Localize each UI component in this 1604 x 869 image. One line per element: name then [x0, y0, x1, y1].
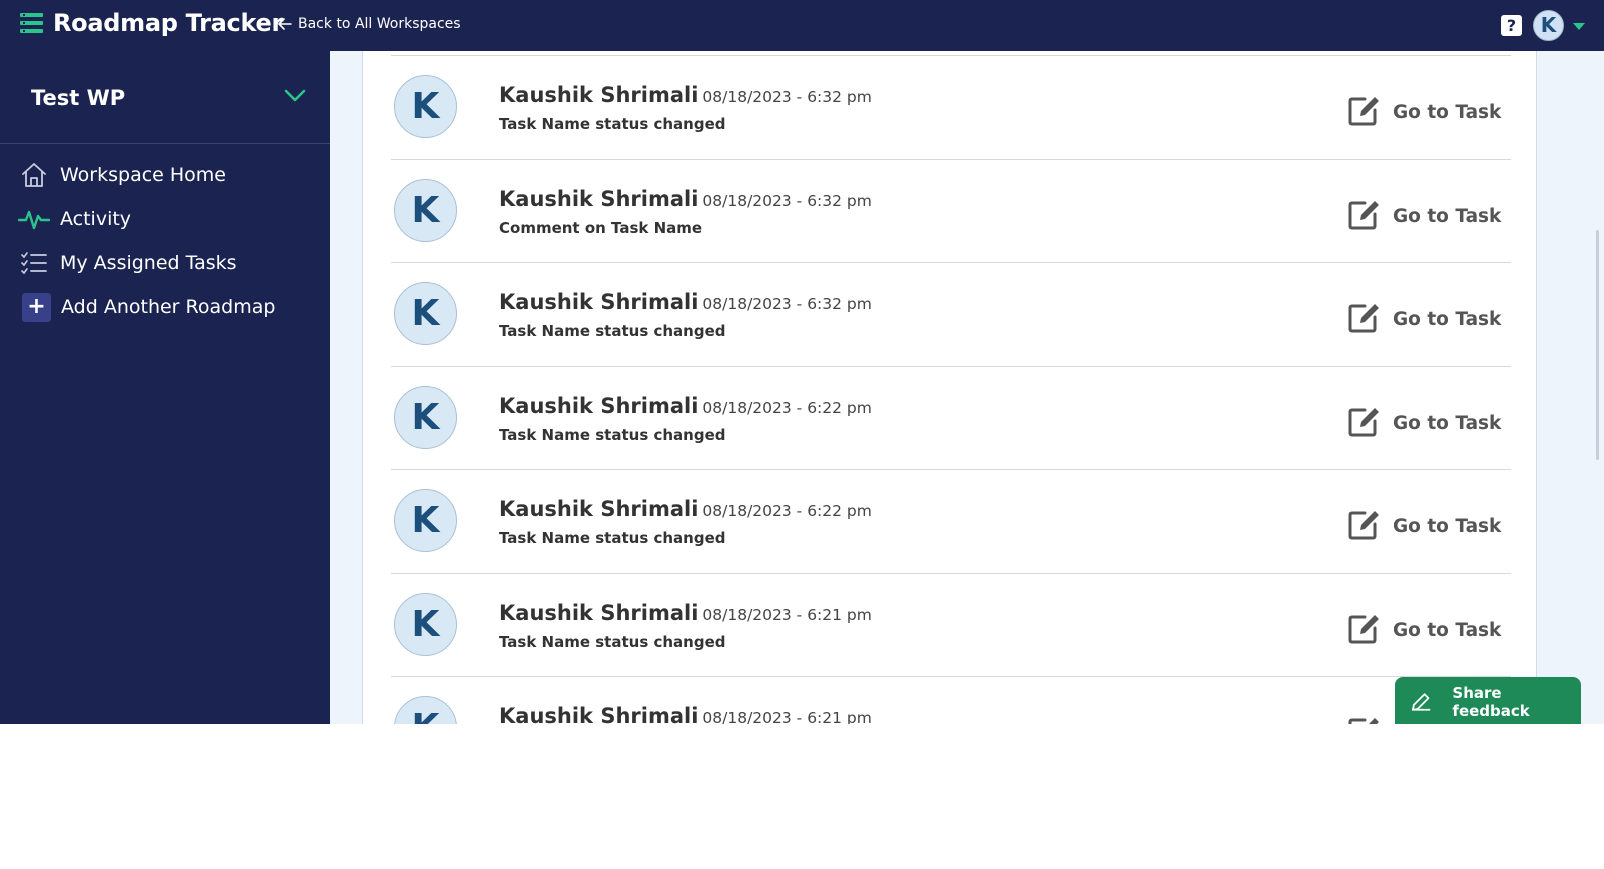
edit-icon: [1347, 198, 1381, 235]
go-to-task-button[interactable]: Go to Task: [1347, 301, 1501, 338]
user-avatar[interactable]: K: [1533, 10, 1564, 41]
activity-timestamp: 08/18/2023 - 6:21 pm: [702, 709, 872, 724]
edit-icon: [1347, 405, 1381, 442]
activity-row: K Kaushik Shrimali 08/18/2023 - 6:22 pm Tas…: [391, 469, 1511, 573]
avatar: K: [394, 178, 457, 242]
activity-description: Task Name status changed: [499, 632, 726, 651]
sidebar-item-add-roadmap[interactable]: + Add Another Roadmap: [22, 290, 275, 324]
edit-icon: [1347, 715, 1381, 724]
tasks-list-icon: [18, 249, 50, 277]
user-name: Kaushik Shrimali: [499, 600, 699, 625]
activity-row: KKaushik Shrimali08/18/2023 - 6:21 pmGo …: [391, 676, 1511, 724]
sidebar-item-label: Workspace Home: [60, 164, 226, 186]
go-to-task-label: Go to Task: [1393, 205, 1502, 227]
workspace-name: Test WP: [31, 86, 126, 110]
activity-row: K Kaushik Shrimali 08/18/2023 - 6:21 pm Tas…: [391, 572, 1511, 677]
avatar: K: [394, 592, 457, 656]
activity-user: Kaushik Shrimali 08/18/2023 - 6:22 pm: [499, 497, 872, 521]
user-name: Kaushik Shrimali: [499, 497, 699, 521]
share-feedback-button[interactable]: Share feedback: [1395, 677, 1581, 724]
activity-user: Kaushik Shrimali 08/18/2023 - 6:32 pm: [499, 187, 872, 211]
go-to-task-label: Go to Task: [1393, 516, 1502, 537]
back-link-label: Back to All Workspaces: [298, 16, 461, 32]
user-name: Kaushik Shrimali: [499, 290, 699, 314]
activity-list: K Kaushik Shrimali 08/18/2023 - 6:32 pm Tas…: [391, 55, 1511, 724]
top-navbar: Roadmap Tracker Back to All Workspaces ?…: [0, 0, 1604, 51]
activity-user: Kaushik Shrimali 08/18/2023 - 6:21 pm: [499, 601, 872, 625]
caret-down-icon[interactable]: [1572, 22, 1586, 31]
activity-description: Task Name status changed: [499, 529, 726, 547]
activity-panel: K Kaushik Shrimali 08/18/2023 - 6:32 pm Tas…: [362, 51, 1537, 724]
back-to-workspaces-link[interactable]: Back to All Workspaces: [278, 16, 461, 32]
activity-description: Task Name status changed: [499, 425, 726, 444]
user-name: Kaushik Shrimali: [499, 393, 699, 418]
sidebar-item-label: Add Another Roadmap: [61, 296, 276, 318]
pencil-icon: [1412, 693, 1431, 711]
go-to-task-button[interactable]: Go to Task: [1347, 94, 1501, 131]
activity-user: Kaushik Shrimali 08/18/2023 - 6:21 pm: [499, 704, 872, 724]
sidebar-item-my-assigned-tasks[interactable]: My Assigned Tasks: [18, 246, 237, 280]
user-name: Kaushik Shrimali: [499, 186, 699, 211]
activity-user: Kaushik Shrimali 08/18/2023 - 6:22 pm: [499, 394, 872, 418]
go-to-task-button[interactable]: Go to Task: [1347, 198, 1501, 235]
sidebar-divider: [0, 143, 330, 144]
activity-timestamp: 08/18/2023 - 6:22 pm: [702, 398, 872, 417]
sidebar: Test WP Workspace Home Activity My Assig…: [0, 51, 330, 724]
go-to-task-button[interactable]: Go to Task: [1347, 612, 1501, 649]
activity-description: Task Name status changed: [499, 322, 726, 340]
sidebar-item-label: Activity: [60, 208, 132, 230]
arrow-left-icon: [278, 18, 292, 30]
scrollbar[interactable]: [1596, 230, 1599, 460]
avatar: K: [394, 385, 457, 449]
app-window: Roadmap Tracker Back to All Workspaces ?…: [0, 0, 1604, 724]
edit-icon: [1347, 301, 1381, 338]
sidebar-item-workspace-home[interactable]: Workspace Home: [18, 158, 226, 192]
activity-row: K Kaushik Shrimali 08/18/2023 - 6:32 pm Com…: [391, 158, 1511, 263]
share-feedback-label: Share feedback: [1452, 684, 1530, 720]
activity-user: Kaushik Shrimali 08/18/2023 - 6:32 pm: [499, 290, 872, 314]
activity-row: K Kaushik Shrimali 08/18/2023 - 6:32 pm Tas…: [391, 262, 1511, 366]
chevron-down-icon[interactable]: [284, 89, 306, 103]
home-icon: [18, 161, 50, 189]
sidebar-item-activity[interactable]: Activity: [18, 202, 131, 236]
activity-timestamp: 08/18/2023 - 6:21 pm: [702, 605, 872, 624]
plus-icon: +: [22, 292, 51, 322]
activity-timestamp: 08/18/2023 - 6:22 pm: [702, 502, 872, 520]
avatar: K: [394, 489, 457, 552]
user-name: Kaushik Shrimali: [499, 704, 699, 724]
roadmap-logo-icon: [20, 13, 43, 33]
edit-icon: [1347, 94, 1381, 131]
avatar: K: [394, 75, 457, 138]
activity-user: Kaushik Shrimali 08/18/2023 - 6:32 pm: [499, 83, 872, 107]
activity-timestamp: 08/18/2023 - 6:32 pm: [702, 295, 872, 313]
activity-timestamp: 08/18/2023 - 6:32 pm: [702, 88, 872, 106]
edit-icon: [1347, 612, 1381, 649]
go-to-task-label: Go to Task: [1393, 102, 1502, 123]
go-to-task-label: Go to Task: [1393, 309, 1502, 330]
go-to-task-label: Go to Task: [1393, 619, 1502, 641]
go-to-task-label: Go to Task: [1393, 412, 1502, 434]
activity-description: Task Name status changed: [499, 115, 726, 133]
avatar: K: [394, 696, 457, 724]
user-name: Kaushik Shrimali: [499, 83, 699, 107]
app-title: Roadmap Tracker: [53, 9, 284, 37]
activity-description: Comment on Task Name: [499, 218, 703, 237]
go-to-task-button[interactable]: Go to Task: [1347, 508, 1501, 545]
edit-icon: [1347, 508, 1381, 545]
activity-row: K Kaushik Shrimali 08/18/2023 - 6:32 pm Tas…: [391, 55, 1511, 159]
activity-icon: [18, 205, 50, 233]
go-to-task-button[interactable]: Go to Task: [1347, 405, 1501, 442]
sidebar-item-label: My Assigned Tasks: [60, 252, 237, 274]
avatar: K: [394, 282, 457, 345]
activity-timestamp: 08/18/2023 - 6:32 pm: [702, 191, 872, 210]
activity-row: K Kaushik Shrimali 08/18/2023 - 6:22 pm Tas…: [391, 365, 1511, 470]
help-icon[interactable]: ?: [1501, 15, 1522, 36]
